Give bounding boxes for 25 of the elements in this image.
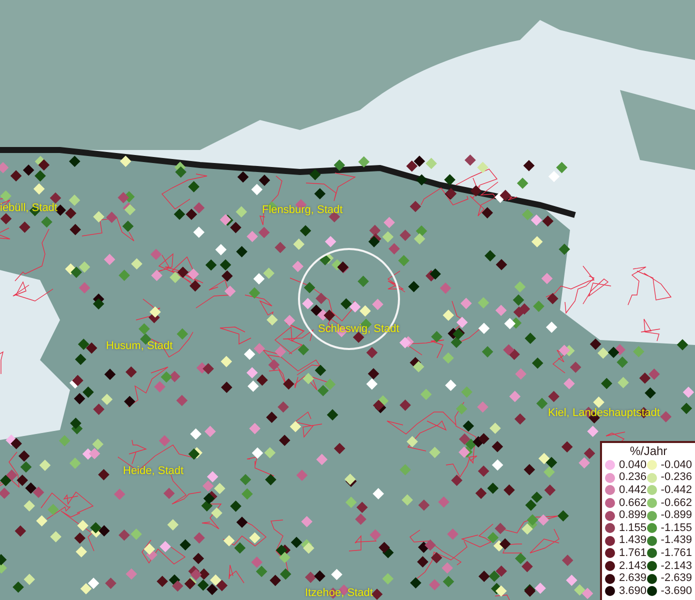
legend-value: -3.690 <box>660 586 692 597</box>
legend-value: 1.155 <box>619 522 647 534</box>
legend-value: -0.040 <box>660 460 692 471</box>
legend-value: 1.761 <box>619 548 647 559</box>
place-label: Heide, Stadt <box>123 466 184 477</box>
place-label: Itzehoe, Stadt <box>305 588 373 599</box>
legend-value: -0.662 <box>660 498 692 509</box>
legend-value: -1.439 <box>660 535 692 546</box>
legend-value: 0.236 <box>619 472 647 484</box>
legend-value: -0.442 <box>660 484 692 496</box>
legend-value: 3.690 <box>619 586 647 597</box>
legend-value: 2.639 <box>619 573 647 584</box>
legend-title: %/Jahr <box>628 445 668 458</box>
legend-value: -2.143 <box>660 560 692 572</box>
legend-value: 0.662 <box>619 498 647 509</box>
legend-value: 0.040 <box>619 460 647 471</box>
legend-value: 1.439 <box>619 535 647 546</box>
legend-value: 0.899 <box>619 510 647 522</box>
legend-value: -0.236 <box>660 472 692 484</box>
legend-value: -2.639 <box>660 573 692 584</box>
legend-value: 0.442 <box>619 484 647 496</box>
legend-value: -0.899 <box>660 510 692 522</box>
legend-value: 2.143 <box>619 560 647 572</box>
legend-value: -1.155 <box>660 522 692 534</box>
legend-value: -1.761 <box>660 548 692 559</box>
